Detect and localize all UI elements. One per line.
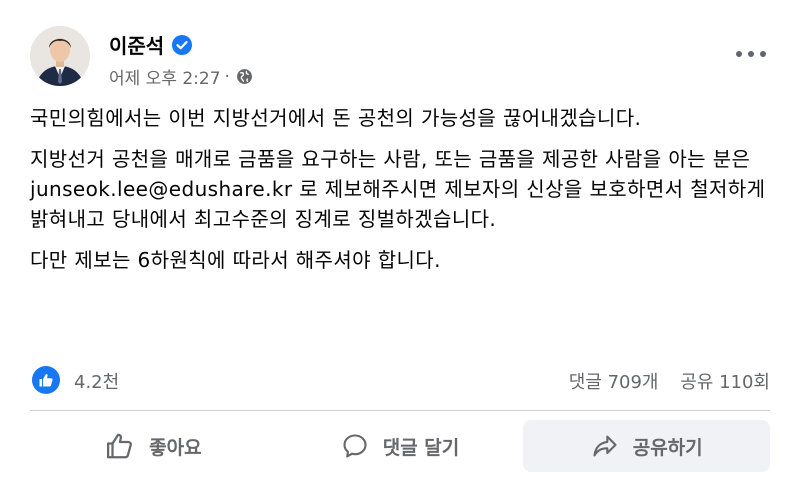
like-button-label: 좋아요 (149, 436, 202, 459)
thumbs-up-icon (39, 374, 53, 387)
share-count[interactable]: 공유 110회 (680, 372, 770, 393)
post-header: 이준석 어제 오후 2:27 · (30, 22, 770, 92)
more-dot (760, 51, 766, 57)
divider (30, 410, 770, 411)
post-paragraph-2: 지방선거 공천을 매개로 금품을 요구하는 사람, 또는 금품을 제공한 사람을… (30, 147, 766, 231)
thumbs-up-outline-icon (107, 433, 133, 459)
comment-icon (343, 434, 367, 458)
profile-photo (30, 26, 90, 86)
author-name-text[interactable]: 이준석 (109, 30, 164, 59)
more-dot (748, 51, 754, 57)
like-reaction-icon[interactable] (32, 366, 60, 394)
post-paragraph-3: 다만 제보는 6하원칙에 따라서 해주셔야 합니다. (30, 248, 441, 272)
share-button-label: 공유하기 (632, 436, 703, 459)
post-meta: 어제 오후 2:27 · (109, 64, 253, 89)
more-dot (736, 51, 742, 57)
meta-separator: · (224, 66, 230, 87)
avatar[interactable] (30, 26, 90, 86)
comment-count[interactable]: 댓글 709개 (569, 372, 659, 393)
like-button[interactable]: 좋아요 (30, 420, 277, 472)
reaction-count[interactable]: 4.2천 (74, 368, 119, 394)
engagement-counts: 댓글 709개 공유 110회 (569, 368, 770, 394)
comment-button[interactable]: 댓글 달기 (277, 420, 524, 472)
post-paragraph-1: 국민의힘에서는 이번 지방선거에서 돈 공천의 가능성을 끊어내겠습니다. (30, 106, 642, 130)
comment-button-label: 댓글 달기 (382, 436, 460, 459)
author-name[interactable]: 이준석 (109, 30, 193, 59)
action-bar: 좋아요 댓글 달기 공유하기 (30, 420, 771, 472)
post-body: 국민의힘에서는 이번 지방선거에서 돈 공천의 가능성을 끊어내겠습니다. 지방… (30, 103, 772, 286)
more-options-icon[interactable] (736, 46, 766, 62)
facebook-post: 이준석 어제 오후 2:27 · 국민의힘에서는 이번 지방선거에서 돈 공천의… (0, 0, 800, 484)
timestamp[interactable]: 어제 오후 2:27 (109, 64, 221, 89)
globe-icon[interactable] (236, 68, 253, 85)
share-icon (593, 435, 617, 457)
verified-badge-icon (172, 34, 193, 55)
share-button[interactable]: 공유하기 (523, 420, 771, 472)
reaction-stats: 4.2천 댓글 709개 공유 110회 (30, 364, 770, 398)
